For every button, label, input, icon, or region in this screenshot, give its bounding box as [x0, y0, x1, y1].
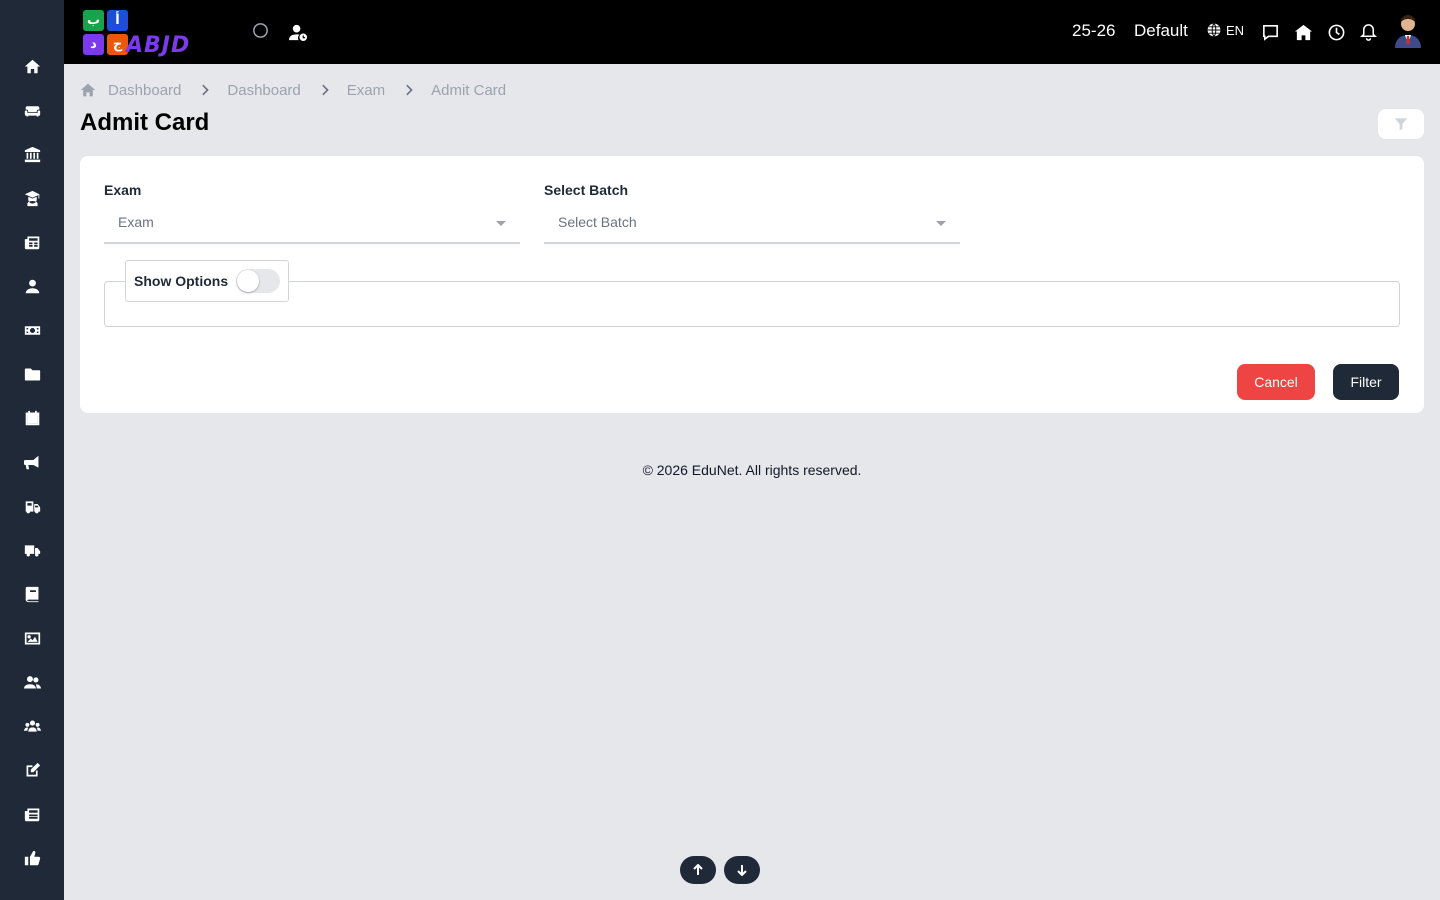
cancel-button[interactable]: Cancel	[1237, 364, 1315, 400]
sidebar-item-edit[interactable]	[0, 748, 64, 792]
chevron-right-icon	[322, 84, 330, 96]
history-button[interactable]	[1324, 20, 1348, 44]
globe-icon	[1207, 23, 1221, 37]
book-icon	[25, 586, 38, 602]
sidebar-item-teachers[interactable]	[0, 264, 64, 308]
arrow-up-icon	[693, 864, 703, 875]
logo-wordmark: ABJD	[126, 33, 191, 58]
institution-icon	[24, 146, 40, 162]
filter-toggle-button[interactable]	[1378, 109, 1424, 139]
breadcrumb-item-exam[interactable]: Exam	[347, 82, 385, 99]
sidebar	[0, 0, 64, 900]
sidebar-item-announcements[interactable]	[0, 440, 64, 484]
profile-name[interactable]: Default	[1134, 21, 1188, 41]
school-icon	[1294, 24, 1312, 40]
logo-tile-dal: د	[83, 34, 104, 55]
footer-copyright: © 2026 EduNet. All rights reserved.	[642, 462, 862, 478]
sidebar-item-students[interactable]	[0, 176, 64, 220]
filter-card: Exam Exam Select Batch Select Batch Show…	[80, 156, 1424, 413]
arrow-down-icon	[737, 865, 747, 876]
chevron-right-icon	[202, 84, 210, 96]
sidebar-item-calendar[interactable]	[0, 396, 64, 440]
sidebar-item-home[interactable]	[0, 44, 64, 88]
toggle-knob	[237, 270, 259, 292]
breadcrumb-item-dashboard[interactable]: Dashboard	[108, 82, 181, 99]
exam-select[interactable]: Exam	[104, 202, 520, 244]
sidebar-item-news[interactable]	[0, 792, 64, 836]
user-clock-icon	[288, 24, 307, 41]
caret-down-icon	[936, 221, 946, 226]
sidebar-item-delivery[interactable]	[0, 528, 64, 572]
calendar-icon	[25, 410, 39, 425]
home-button[interactable]	[1291, 20, 1315, 44]
language-switcher[interactable]: EN	[1206, 22, 1244, 38]
sidebar-item-users[interactable]	[0, 660, 64, 704]
sidebar-item-institution[interactable]	[0, 132, 64, 176]
clock-icon	[1328, 24, 1344, 40]
sidebar-item-fees[interactable]	[0, 308, 64, 352]
sidebar-item-reports[interactable]	[0, 220, 64, 264]
batch-label: Select Batch	[544, 182, 629, 198]
sidebar-item-gallery[interactable]	[0, 616, 64, 660]
session-year[interactable]: 25-26	[1072, 21, 1115, 41]
page-title: Admit Card	[80, 109, 210, 136]
school-bus-icon	[25, 500, 40, 513]
exam-select-placeholder: Exam	[118, 214, 154, 230]
image-icon	[24, 632, 40, 644]
scroll-down-button[interactable]	[724, 856, 760, 884]
show-options-legend: Show Options	[125, 260, 289, 302]
language-label: EN	[1226, 22, 1245, 38]
home-icon[interactable]	[80, 82, 96, 98]
sidebar-item-library[interactable]	[0, 572, 64, 616]
thumbs-up-icon	[24, 850, 40, 865]
sidebar-item-transport[interactable]	[0, 484, 64, 528]
user-switch-button[interactable]	[286, 20, 310, 44]
breadcrumb-item-admit-card: Admit Card	[431, 81, 507, 99]
truck-icon	[24, 544, 40, 556]
sidebar-item-feedback[interactable]	[0, 836, 64, 880]
sofa-icon	[24, 105, 40, 116]
circle-icon	[252, 22, 268, 38]
news-icon	[24, 808, 39, 821]
top-bar: ب أ د ج ABJD 25-26 Default EN	[64, 0, 1440, 64]
newspaper-icon	[24, 236, 39, 249]
edit-icon	[26, 762, 40, 776]
sidebar-item-furniture[interactable]	[0, 88, 64, 132]
filter-icon	[1394, 118, 1408, 131]
teacher-icon	[25, 279, 39, 293]
logo-tile-alif: أ	[107, 10, 128, 31]
money-icon	[24, 325, 40, 335]
chat-icon	[1262, 24, 1278, 41]
megaphone-icon	[23, 455, 38, 469]
avatar-icon	[1395, 15, 1421, 48]
app-logo[interactable]: ب أ د ج ABJD	[80, 8, 226, 58]
theme-toggle[interactable]	[248, 18, 272, 42]
user-avatar[interactable]	[1392, 14, 1424, 48]
show-options-toggle[interactable]	[236, 269, 280, 293]
filter-button[interactable]: Filter	[1333, 364, 1399, 400]
messages-button[interactable]	[1258, 20, 1282, 44]
logo-tile-jim: ج	[107, 34, 128, 55]
users-icon	[23, 675, 41, 688]
graduate-icon	[24, 190, 39, 206]
breadcrumb: Dashboard Dashboard Exam Admit Card	[80, 80, 506, 100]
folder-icon	[24, 368, 40, 380]
sidebar-item-groups[interactable]	[0, 704, 64, 748]
breadcrumb-item-dashboard-2[interactable]: Dashboard	[227, 82, 300, 99]
exam-label: Exam	[104, 182, 142, 198]
batch-select-placeholder: Select Batch	[558, 214, 637, 230]
notifications-button[interactable]	[1356, 20, 1380, 44]
home-icon	[24, 59, 40, 73]
caret-down-icon	[496, 221, 506, 226]
scroll-up-button[interactable]	[680, 856, 716, 884]
sidebar-item-files[interactable]	[0, 352, 64, 396]
show-options-label: Show Options	[134, 273, 229, 289]
bell-icon	[1359, 23, 1377, 41]
options-panel	[104, 281, 1400, 327]
group-icon	[23, 720, 41, 732]
logo-tile-ba: ب	[83, 10, 104, 31]
batch-select[interactable]: Select Batch	[544, 202, 960, 244]
chevron-right-icon	[406, 84, 414, 96]
